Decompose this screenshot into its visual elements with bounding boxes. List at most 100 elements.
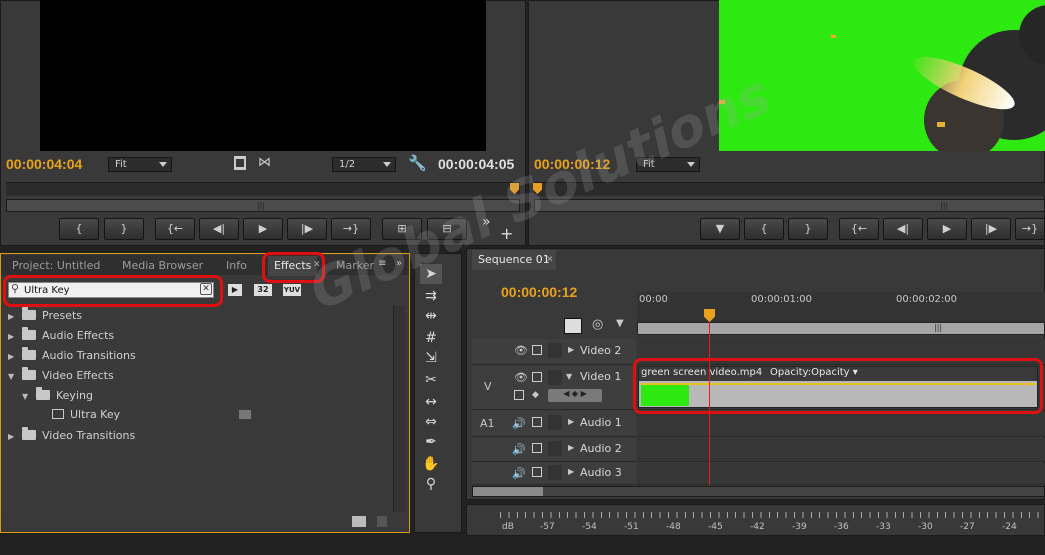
source-mark-out-button[interactable]: } [104, 218, 144, 240]
source-mark-in-button[interactable]: { [59, 218, 99, 240]
program-timecode[interactable]: 00:00:00:12 [534, 156, 610, 172]
track-body-audio1[interactable] [637, 411, 1045, 437]
lock-toggle[interactable] [548, 415, 562, 430]
track-select-tool-icon[interactable]: ⇉ [420, 286, 442, 306]
source-step-forward-button[interactable]: |▶ [287, 218, 327, 240]
tree-item-presets[interactable]: ▶ Presets [8, 306, 82, 326]
panel-menu-icon[interactable]: ≡ [378, 258, 386, 269]
expand-triangle-icon[interactable]: ▶ [568, 417, 574, 426]
zoom-tool-icon[interactable]: ⚲ [420, 474, 442, 494]
snap-icon[interactable] [564, 318, 582, 334]
add-marker-icon[interactable]: ◎ [592, 317, 603, 332]
film-icon[interactable] [532, 467, 542, 477]
film-icon[interactable] [532, 443, 542, 453]
program-play-button[interactable]: ▶ [927, 218, 967, 240]
lock-toggle[interactable] [548, 441, 562, 456]
target-track-label[interactable]: A1 [480, 417, 495, 430]
speaker-icon[interactable]: 🔊 [512, 467, 526, 480]
tree-item-keying[interactable]: ▼ Keying [22, 386, 93, 406]
overwrite-button[interactable]: ⊟ [427, 218, 467, 240]
speaker-icon[interactable]: 🔊 [512, 417, 526, 430]
tree-item-video-effects[interactable]: ▼ Video Effects [8, 366, 114, 386]
source-time-ruler[interactable] [6, 182, 520, 196]
close-icon[interactable]: ✕ [546, 255, 554, 265]
tree-item-video-transitions[interactable]: ▶ Video Transitions [8, 426, 135, 446]
tab-marker[interactable]: Marker [330, 256, 380, 276]
film-icon[interactable] [532, 372, 542, 382]
tree-item-audio-effects[interactable]: ▶ Audio Effects [8, 326, 114, 346]
program-mark-out-button[interactable]: } [788, 218, 828, 240]
program-time-ruler[interactable] [534, 182, 1045, 196]
marker-flag-icon[interactable]: ▼ [616, 318, 624, 329]
panel-overflow-icon[interactable]: » [396, 258, 402, 269]
rolling-edit-tool-icon[interactable]: # [420, 328, 442, 348]
tab-info[interactable]: Info [220, 256, 253, 276]
lock-toggle[interactable] [548, 465, 562, 480]
expand-triangle-icon[interactable]: ▶ [8, 307, 18, 327]
timeline-scroll-thumb[interactable] [473, 487, 543, 496]
source-add-button[interactable]: + [500, 224, 513, 243]
accelerated-effects-icon[interactable]: ▶ [228, 284, 242, 296]
program-marker-button[interactable]: ▼ [700, 218, 740, 240]
keyframe-icon[interactable]: ◆ [532, 390, 539, 400]
wrench-icon[interactable]: 🔧 [408, 154, 427, 172]
display-style-icon[interactable] [514, 390, 524, 400]
razor-tool-icon[interactable]: ✂ [420, 370, 442, 390]
yuv-effects-icon[interactable]: YUV [283, 284, 301, 296]
track-header-audio2[interactable]: 🔊 ▶ Audio 2 [472, 438, 636, 462]
rate-stretch-tool-icon[interactable]: ⇲ [420, 348, 442, 368]
expand-triangle-icon[interactable]: ▶ [8, 427, 18, 447]
slip-tool-icon[interactable]: ↔ [420, 392, 442, 412]
insert-button[interactable]: ⊞ [382, 218, 422, 240]
tab-media-browser[interactable]: Media Browser [116, 256, 209, 276]
timeline-zoom-bar[interactable] [637, 322, 1045, 335]
source-timecode-in[interactable]: 00:00:04:04 [6, 156, 82, 172]
new-bin-icon[interactable] [352, 516, 366, 527]
audio-waveform-icon[interactable]: ⋈ [258, 155, 271, 170]
ripple-edit-tool-icon[interactable]: ⇹ [420, 306, 442, 326]
speaker-icon[interactable]: 🔊 [512, 443, 526, 456]
sequence-timecode[interactable]: 00:00:00:12 [501, 284, 577, 300]
tab-project[interactable]: Project: Untitled [6, 256, 106, 276]
lock-toggle[interactable] [548, 343, 562, 358]
program-scrollbar[interactable] [534, 199, 1045, 212]
32bit-effects-icon[interactable]: 32 [254, 284, 272, 296]
tree-item-ultra-key[interactable]: Ultra Key [52, 405, 120, 425]
track-header-video2[interactable]: 👁 ▶ Video 2 [472, 339, 636, 365]
track-header-video1[interactable]: V 👁 ▼ Video 1 ◆ ◀ ◆ ▶ [472, 366, 636, 410]
film-icon[interactable] [532, 345, 542, 355]
source-step-back-button[interactable]: ◀| [199, 218, 239, 240]
lock-toggle[interactable] [548, 370, 562, 385]
delete-icon[interactable] [377, 516, 387, 527]
expand-triangle-icon[interactable]: ▶ [8, 347, 18, 367]
effects-tree-scrollbar[interactable] [393, 306, 405, 512]
keyframe-nav[interactable]: ◀ ◆ ▶ [548, 389, 602, 402]
tab-sequence[interactable]: Sequence 01 [472, 250, 556, 270]
track-body-audio2[interactable] [637, 438, 1045, 462]
selection-tool-icon[interactable]: ➤ [420, 264, 442, 284]
collapse-triangle-icon[interactable]: ▼ [566, 372, 572, 381]
source-resolution-dropdown[interactable]: 1/2 [332, 157, 396, 172]
track-header-audio1[interactable]: A1 🔊 ▶ Audio 1 [472, 411, 636, 437]
source-more-button[interactable]: » [482, 214, 491, 230]
timeline-scrollbar[interactable] [472, 486, 1045, 497]
timeline-ruler[interactable] [637, 292, 1045, 322]
source-track-label[interactable]: V [484, 380, 492, 393]
program-step-forward-button[interactable]: |▶ [971, 218, 1011, 240]
program-mark-in-button[interactable]: { [744, 218, 784, 240]
program-fit-dropdown[interactable]: Fit [636, 157, 700, 172]
program-go-to-in-button[interactable]: {← [839, 218, 879, 240]
track-header-audio3[interactable]: 🔊 ▶ Audio 3 [472, 463, 636, 485]
collapse-triangle-icon[interactable]: ▼ [22, 387, 32, 407]
film-strip-icon[interactable] [234, 156, 246, 170]
source-go-to-out-button[interactable]: →} [331, 218, 371, 240]
source-play-button[interactable]: ▶ [243, 218, 283, 240]
expand-triangle-icon[interactable]: ▶ [568, 345, 574, 354]
source-fit-dropdown[interactable]: Fit [108, 157, 172, 172]
eye-icon[interactable]: 👁 [514, 344, 528, 357]
collapse-triangle-icon[interactable]: ▼ [8, 367, 18, 387]
eye-icon[interactable]: 👁 [514, 371, 528, 384]
tree-item-audio-transitions[interactable]: ▶ Audio Transitions [8, 346, 136, 366]
expand-triangle-icon[interactable]: ▶ [568, 443, 574, 452]
source-go-to-in-button[interactable]: {← [155, 218, 195, 240]
